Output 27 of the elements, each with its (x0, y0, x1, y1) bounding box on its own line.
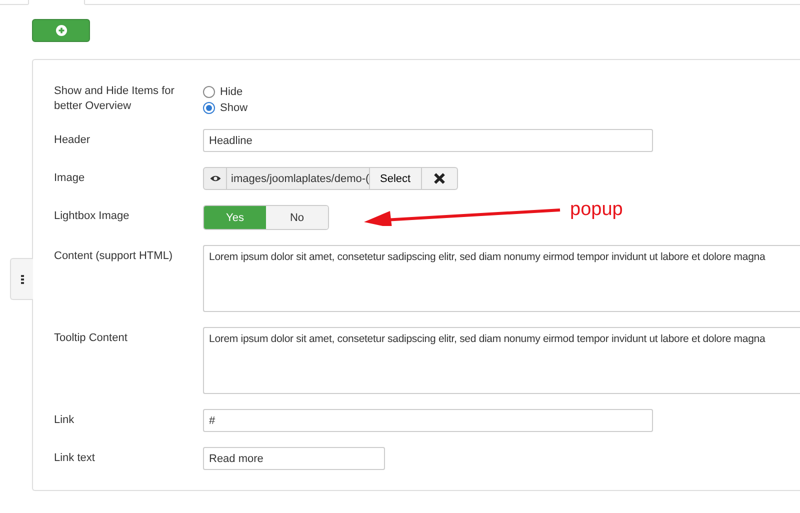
annotation-text: popup (570, 199, 623, 221)
text-area[interactable]: Lorem ipsum dolor sit amet, consetetur sadipscing elitr, sed diam nonumy eirmod tempor invidunt ut labore et dolore magna (203, 327, 800, 394)
add-button[interactable] (32, 19, 90, 42)
field-label: Link (54, 413, 76, 428)
image-path-field[interactable]: images/joomlaplates/demo-( (227, 167, 370, 190)
select-button[interactable]: Select (370, 167, 422, 190)
eye-icon (210, 175, 220, 182)
field-label: Content (support HTML) (54, 249, 174, 264)
radio-option[interactable]: Show (203, 102, 248, 114)
field-label: Lightbox Image (54, 209, 130, 224)
radio-option[interactable]: Hide (203, 86, 248, 98)
close-icon (434, 173, 445, 184)
preview-button[interactable] (203, 167, 227, 190)
side-handle[interactable] (10, 258, 33, 300)
field-label: Image (54, 171, 86, 186)
field-label: Tooltip Content (54, 331, 128, 346)
text-area[interactable]: Lorem ipsum dolor sit amet, consetetur sadipscing elitr, sed diam nonumy eirmod tempor invidunt ut labore et dolore magna (203, 245, 800, 312)
plus-icon (56, 25, 66, 36)
text-field[interactable]: Headline (203, 129, 653, 152)
text-field[interactable]: Read more (203, 447, 385, 470)
field-label: Show and Hide Items for better Overview (54, 84, 176, 114)
field-label: Header (54, 133, 92, 148)
toggle-option[interactable]: No (266, 206, 328, 229)
clear-button[interactable] (422, 167, 458, 190)
dots-icon (20, 274, 24, 284)
text-field[interactable]: # (203, 409, 653, 432)
field-label: Link text (54, 451, 96, 466)
